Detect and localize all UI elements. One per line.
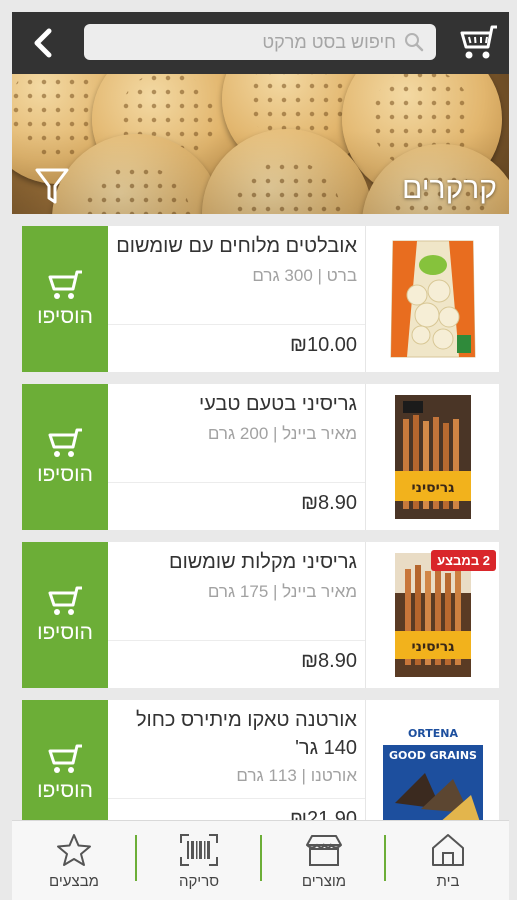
product-price: ₪8.90 <box>301 650 357 672</box>
top-bar <box>12 12 509 74</box>
package-text: גריסיני <box>411 639 454 655</box>
divider <box>108 324 365 325</box>
cart-icon <box>48 744 82 773</box>
product-brand-weight: ברט | 300 גרם <box>252 266 357 285</box>
product-card[interactable]: הוסיפו גריסיני מקלות שומשום מאיר ביינל |… <box>22 542 499 688</box>
category-banner: קרקרים <box>12 74 509 214</box>
nav-label: מבצעים <box>49 872 99 890</box>
back-button[interactable] <box>26 24 60 62</box>
store-icon <box>306 834 342 866</box>
tortilla-chips-box-image: ORTENA GOOD GRAINS <box>382 719 483 831</box>
search-input[interactable] <box>146 31 396 53</box>
product-brand-weight: מאיר ביינל | 200 גרם <box>207 424 357 443</box>
product-price: ₪10.00 <box>289 334 357 356</box>
product-name: אורטנה טאקו מיתירס כחול 140 גר' <box>135 709 357 759</box>
product-brand-weight: מאיר ביינל | 175 גרם <box>207 582 357 601</box>
product-name: גריסיני מקלות שומשום <box>169 551 357 573</box>
product-name: אובלטים מלוחים עם שומשום <box>116 235 357 257</box>
add-to-cart-button[interactable]: הוסיפו <box>22 226 108 372</box>
product-name: גריסיני בטעם טבעי <box>198 393 357 415</box>
product-card[interactable]: הוסיפו אובלטים מלוחים עם שומשום ברט | 30… <box>22 226 499 372</box>
product-image[interactable] <box>365 226 499 372</box>
add-to-cart-label: הוסיפו <box>37 621 93 644</box>
home-icon <box>432 833 464 866</box>
nav-deals[interactable]: מבצעים <box>12 821 136 900</box>
app-frame: קרקרים הוסיפו אובלטים מלוחים עם שומשום ב… <box>12 12 509 900</box>
package-text: ORTENA <box>407 727 458 740</box>
add-to-cart-label: הוסיפו <box>37 463 93 486</box>
barcode-icon <box>180 833 218 866</box>
cart-icon <box>48 428 82 457</box>
package-text: GOOD GRAINS <box>389 749 477 762</box>
nav-home[interactable]: בית <box>386 821 509 900</box>
cart-icon <box>48 270 82 299</box>
chevron-left-icon <box>34 28 52 58</box>
search-bar[interactable] <box>84 24 436 60</box>
add-to-cart-label: הוסיפו <box>37 305 93 328</box>
nav-products[interactable]: מוצרים <box>262 821 386 900</box>
cracker-bag-image <box>389 240 476 358</box>
add-to-cart-label: הוסיפו <box>37 779 93 802</box>
divider <box>108 640 365 641</box>
product-info: גריסיני בטעם טבעי מאיר ביינל | 200 גרם ₪… <box>108 384 365 530</box>
product-info: אובלטים מלוחים עם שומשום ברט | 300 גרם ₪… <box>108 226 365 372</box>
product-price: ₪8.90 <box>301 492 357 514</box>
divider <box>108 482 365 483</box>
filter-button[interactable] <box>34 166 70 206</box>
add-to-cart-button[interactable]: הוסיפו <box>22 384 108 530</box>
cart-button[interactable] <box>457 22 501 64</box>
promotion-badge: 2 במבצע <box>431 550 496 571</box>
bottom-navigation: מבצעים סריקה מוצרים בית <box>12 820 509 900</box>
breadsticks-bag-image: גריסיני <box>394 395 471 519</box>
product-info: גריסיני מקלות שומשום מאיר ביינל | 175 גר… <box>108 542 365 688</box>
magnifier-icon <box>405 33 424 52</box>
nav-scan[interactable]: סריקה <box>137 821 261 900</box>
nav-label: בית <box>436 872 460 890</box>
category-title: קרקרים <box>402 172 497 205</box>
package-text: גריסיני <box>411 480 454 496</box>
shopping-cart-icon <box>460 25 497 59</box>
divider <box>108 798 365 799</box>
product-image[interactable]: גריסיני 2 במבצע <box>365 542 499 688</box>
nav-label: מוצרים <box>301 872 347 890</box>
cart-icon <box>48 586 82 615</box>
funnel-icon <box>35 168 69 204</box>
nav-label: סריקה <box>178 872 220 890</box>
product-brand-weight: אורטנו | 113 גרם <box>236 766 357 785</box>
product-image[interactable]: גריסיני <box>365 384 499 530</box>
star-icon <box>57 833 91 866</box>
add-to-cart-button[interactable]: הוסיפו <box>22 542 108 688</box>
product-card[interactable]: הוסיפו גריסיני בטעם טבעי מאיר ביינל | 20… <box>22 384 499 530</box>
